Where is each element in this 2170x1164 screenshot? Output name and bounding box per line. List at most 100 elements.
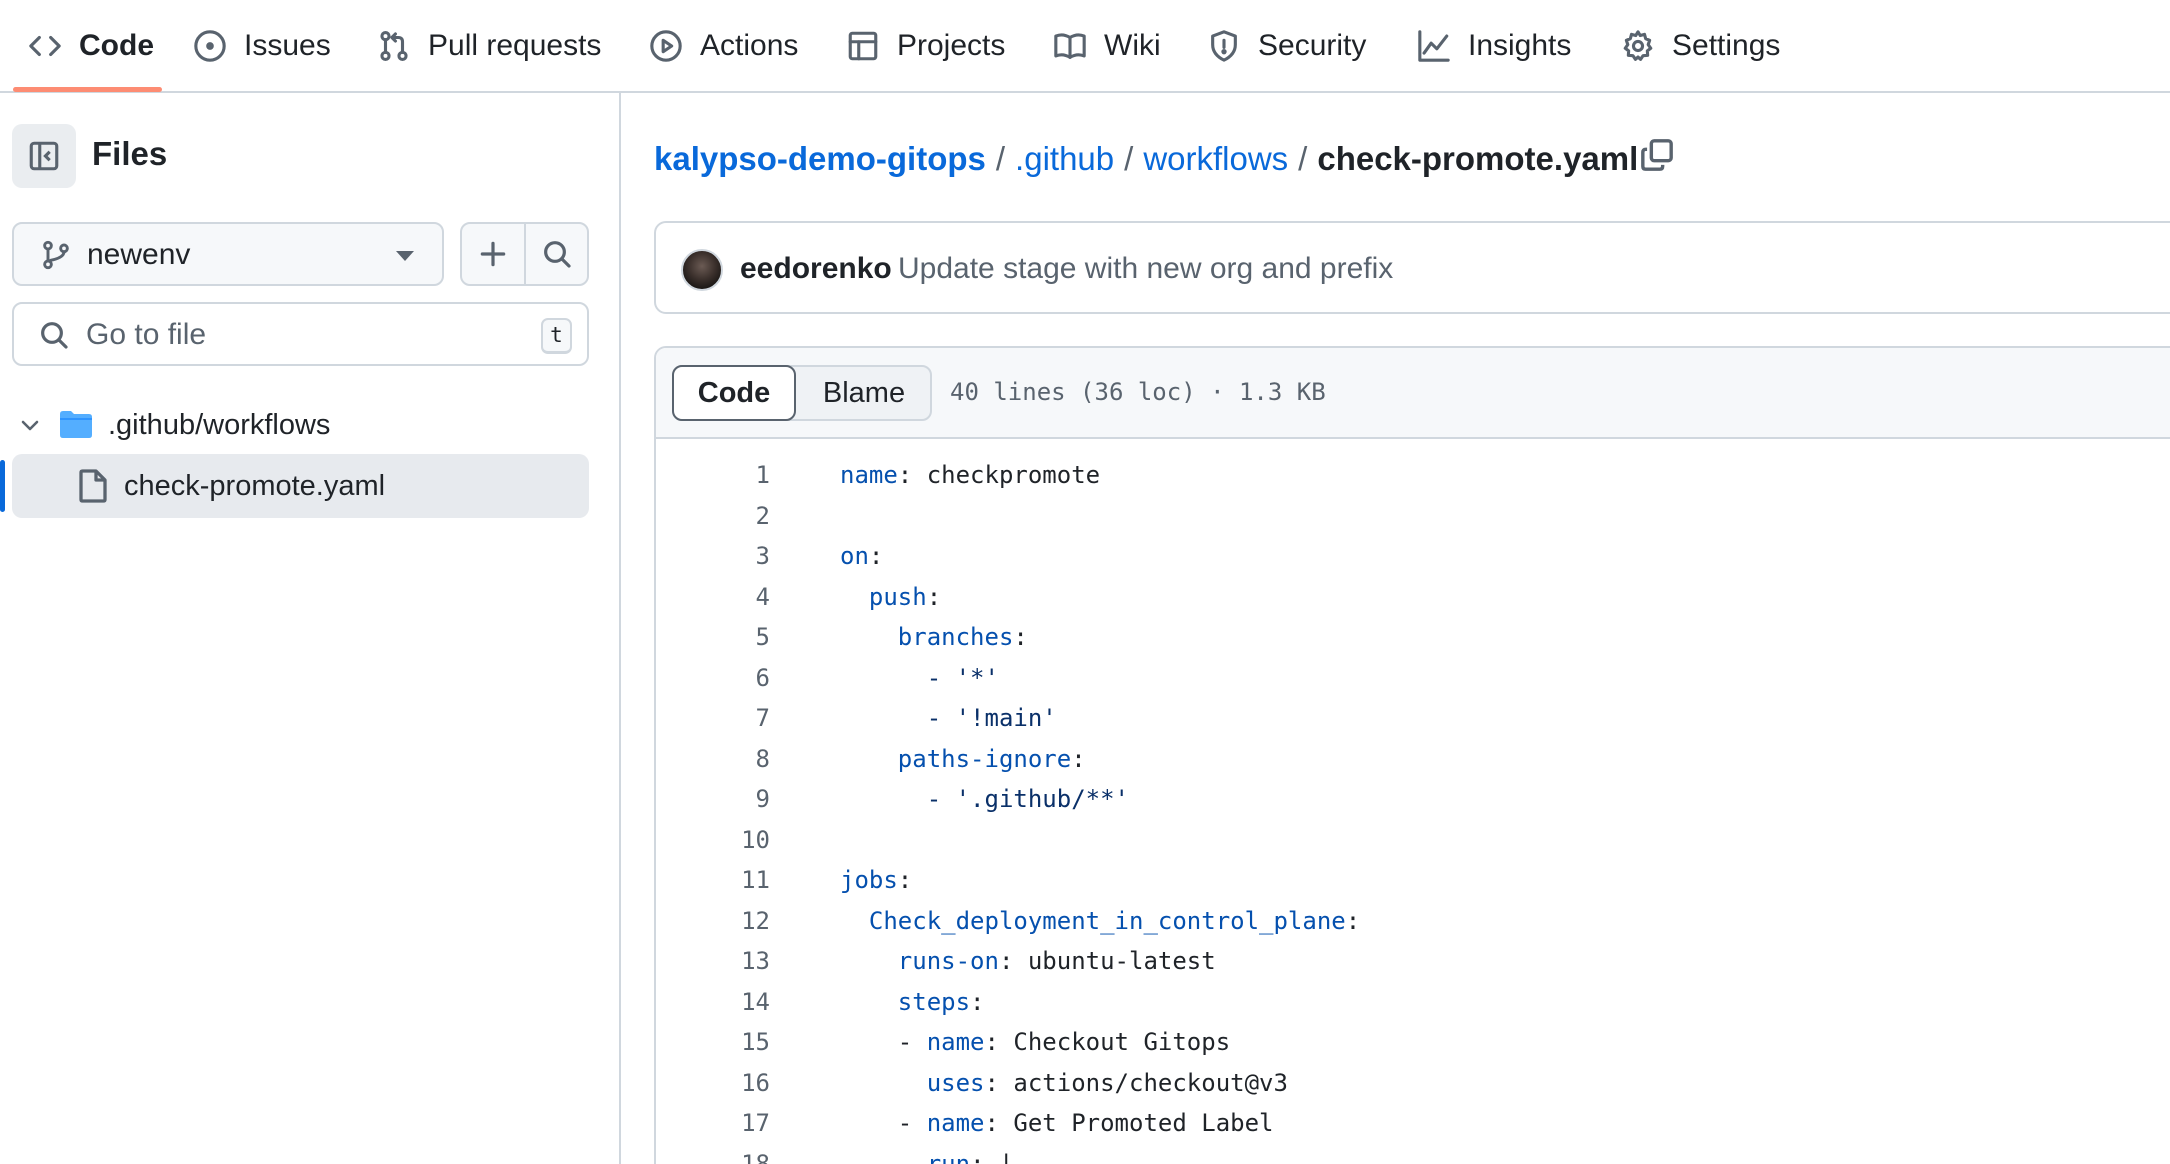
tab-wiki[interactable]: Wiki bbox=[1053, 0, 1161, 91]
shield-icon bbox=[1207, 29, 1241, 63]
avatar[interactable] bbox=[681, 249, 723, 291]
code-line: 9 - '.github/**' bbox=[656, 779, 2170, 819]
active-tab-underline bbox=[13, 87, 162, 92]
yaml-key: steps bbox=[897, 987, 971, 1016]
line-number[interactable]: 11 bbox=[656, 860, 770, 900]
copy-icon bbox=[1641, 139, 1673, 171]
line-number[interactable]: 1 bbox=[656, 455, 770, 495]
tab-security[interactable]: Security bbox=[1207, 0, 1366, 91]
branch-selector[interactable]: newenv bbox=[12, 222, 444, 286]
code-line: 14 steps: bbox=[656, 982, 2170, 1022]
breadcrumb-repo-link[interactable]: kalypso-demo-gitops bbox=[654, 140, 986, 178]
yaml-key: name bbox=[926, 1028, 985, 1056]
line-text: - name: Checkout Gitops bbox=[840, 1022, 1230, 1062]
line-number[interactable]: 18 bbox=[656, 1144, 770, 1164]
code-line: 6 - '*' bbox=[656, 658, 2170, 698]
yaml-key: Check_deployment_in_control_plane bbox=[868, 906, 1346, 935]
tab-label: Actions bbox=[700, 28, 799, 62]
plus-icon bbox=[480, 241, 506, 267]
code-line: 16 uses: actions/checkout@v3 bbox=[656, 1063, 2170, 1103]
line-number[interactable]: 5 bbox=[656, 617, 770, 657]
line-number[interactable]: 14 bbox=[656, 982, 770, 1022]
line-number[interactable]: 7 bbox=[656, 698, 770, 738]
branch-name: newenv bbox=[87, 238, 191, 271]
collapse-panel-button[interactable] bbox=[12, 124, 76, 188]
line-number[interactable]: 15 bbox=[656, 1022, 770, 1062]
yaml-value: : actions/checkout@v3 bbox=[984, 1068, 1288, 1097]
selected-file-indicator bbox=[0, 460, 5, 512]
line-indent: - bbox=[840, 1028, 927, 1056]
branch-icon bbox=[40, 239, 72, 271]
code-icon bbox=[28, 29, 62, 63]
line-number[interactable]: 12 bbox=[656, 901, 770, 941]
book-icon bbox=[1053, 29, 1087, 63]
yaml-value: - '!main' bbox=[926, 704, 1057, 732]
tab-projects[interactable]: Projects bbox=[846, 0, 1005, 91]
tab-issues[interactable]: Issues bbox=[193, 0, 331, 91]
line-text: - '!main' bbox=[840, 698, 1057, 738]
code-view-button[interactable]: Code bbox=[672, 365, 796, 421]
code-line: 11 jobs: bbox=[656, 860, 2170, 900]
line-text: push: bbox=[840, 577, 941, 617]
line-number[interactable]: 3 bbox=[656, 536, 770, 576]
breadcrumb-separator: / bbox=[995, 140, 1006, 177]
tab-actions[interactable]: Actions bbox=[649, 0, 798, 91]
yaml-key: jobs bbox=[840, 866, 898, 894]
breadcrumb-workflows-link[interactable]: workflows bbox=[1143, 140, 1288, 178]
line-text: on: bbox=[840, 536, 883, 576]
line-number[interactable]: 9 bbox=[656, 779, 770, 819]
keyboard-shortcut-hint: t bbox=[541, 318, 572, 354]
chevron-down-icon[interactable] bbox=[18, 413, 42, 437]
file-actions-group bbox=[460, 222, 589, 286]
go-to-file-field[interactable]: t bbox=[12, 302, 589, 366]
breadcrumb-github-link[interactable]: .github bbox=[1015, 140, 1114, 178]
line-number[interactable]: 6 bbox=[656, 658, 770, 698]
line-number[interactable]: 16 bbox=[656, 1063, 770, 1103]
line-number[interactable]: 13 bbox=[656, 941, 770, 981]
line-number[interactable]: 8 bbox=[656, 739, 770, 779]
code-line: 15 - name: Checkout Gitops bbox=[656, 1022, 2170, 1062]
search-icon bbox=[38, 319, 70, 351]
line-indent: - bbox=[840, 1109, 927, 1137]
yaml-value: : ubuntu-latest bbox=[998, 947, 1216, 975]
line-text: - name: Get Promoted Label bbox=[840, 1103, 1274, 1143]
line-text: name: checkpromote bbox=[840, 455, 1100, 495]
line-text: - '*' bbox=[840, 658, 999, 698]
go-to-file-input[interactable] bbox=[86, 314, 526, 356]
code-line: 18 run: | bbox=[656, 1144, 2170, 1164]
tab-label: Settings bbox=[1672, 28, 1781, 62]
copy-path-button[interactable] bbox=[1640, 138, 1680, 178]
yaml-key: name bbox=[840, 461, 898, 489]
file-icon bbox=[78, 468, 108, 504]
add-file-button[interactable] bbox=[462, 224, 524, 284]
tree-file-check-promote[interactable]: check-promote.yaml bbox=[12, 454, 589, 518]
play-icon bbox=[649, 29, 683, 63]
tree-folder-workflows[interactable]: .github/workflows bbox=[12, 395, 589, 455]
yaml-key: branches bbox=[897, 623, 1014, 651]
tab-label: Code bbox=[79, 28, 154, 62]
folder-icon bbox=[58, 408, 94, 440]
yaml-key: push bbox=[868, 582, 927, 611]
search-code-button[interactable] bbox=[524, 224, 587, 284]
tab-pull-requests[interactable]: Pull requests bbox=[377, 0, 601, 91]
yaml-value: : bbox=[868, 542, 884, 570]
line-number[interactable]: 2 bbox=[656, 496, 770, 536]
line-number[interactable]: 10 bbox=[656, 820, 770, 860]
commit-message[interactable]: Update stage with new org and prefix bbox=[898, 252, 1393, 286]
tab-code[interactable]: Code bbox=[28, 0, 154, 91]
commit-author[interactable]: eedorenko bbox=[740, 252, 892, 286]
line-number[interactable]: 17 bbox=[656, 1103, 770, 1143]
breadcrumb-separator: / bbox=[1298, 140, 1308, 177]
yaml-value: : | bbox=[970, 1149, 1014, 1164]
code-line: 2 bbox=[656, 496, 2170, 536]
yaml-value: : bbox=[1345, 906, 1361, 935]
code-line: 12 Check_deployment_in_control_plane: bbox=[656, 901, 2170, 941]
tab-label: Pull requests bbox=[428, 28, 602, 62]
blame-view-button[interactable]: Blame bbox=[796, 367, 932, 419]
file-stats: 40 lines (36 loc) · 1.3 KB bbox=[950, 378, 1326, 406]
tab-insights[interactable]: Insights bbox=[1417, 0, 1571, 91]
line-number[interactable]: 4 bbox=[656, 577, 770, 617]
yaml-key: paths-ignore bbox=[897, 744, 1072, 773]
tab-settings[interactable]: Settings bbox=[1621, 0, 1780, 91]
